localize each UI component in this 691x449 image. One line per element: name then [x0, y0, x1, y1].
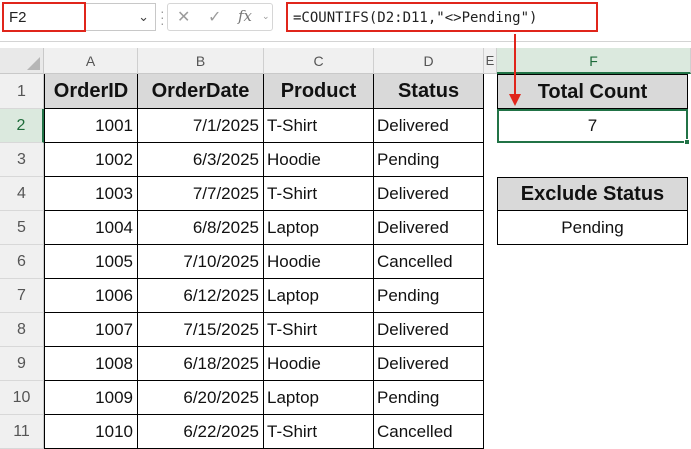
table-cell[interactable]: 6/20/2025	[138, 381, 264, 415]
table-cell[interactable]: Laptop	[264, 211, 374, 245]
fx-icon[interactable]: fx	[238, 7, 252, 25]
table-cell[interactable]: 6/18/2025	[138, 347, 264, 381]
table-cell[interactable]: Pending	[374, 279, 484, 313]
table-cell[interactable]: 1004	[44, 211, 138, 245]
table-cell[interactable]: T-Shirt	[264, 177, 374, 211]
row-header-11[interactable]: 11	[0, 415, 44, 449]
table-header-product[interactable]: Product	[264, 74, 374, 109]
row-header-8[interactable]: 8	[0, 313, 44, 347]
table-cell[interactable]: 1001	[44, 109, 138, 143]
table-cell[interactable]: 1006	[44, 279, 138, 313]
table-cell[interactable]: 6/3/2025	[138, 143, 264, 177]
column-header-d[interactable]: D	[374, 48, 484, 74]
table-header-orderdate[interactable]: OrderDate	[138, 74, 264, 109]
table-cell[interactable]: 1008	[44, 347, 138, 381]
column-header-e[interactable]: E	[484, 48, 497, 74]
table-cell[interactable]: Delivered	[374, 313, 484, 347]
checkmark-icon[interactable]: ✓	[208, 7, 221, 27]
row-header-10[interactable]: 10	[0, 381, 44, 415]
table-cell[interactable]: Delivered	[374, 177, 484, 211]
table-cell[interactable]: Hoodie	[264, 245, 374, 279]
row-header-5[interactable]: 5	[0, 211, 44, 245]
column-header-c[interactable]: C	[264, 48, 374, 74]
column-header-b[interactable]: B	[138, 48, 264, 74]
table-cell[interactable]: Laptop	[264, 279, 374, 313]
column-header-f[interactable]: F	[497, 48, 691, 74]
table-cell[interactable]: 6/8/2025	[138, 211, 264, 245]
column-header-a[interactable]: A	[44, 48, 138, 74]
name-box[interactable]: F2	[2, 2, 86, 32]
divider	[0, 41, 691, 42]
row-header-9[interactable]: 9	[0, 347, 44, 381]
table-cell[interactable]: Pending	[374, 381, 484, 415]
table-cell[interactable]: 6/12/2025	[138, 279, 264, 313]
table-cell[interactable]: 7/1/2025	[138, 109, 264, 143]
table-cell[interactable]: Delivered	[374, 347, 484, 381]
row-header-4[interactable]: 4	[0, 177, 44, 211]
chevron-down-icon[interactable]: ⌄	[138, 9, 149, 25]
table-header-status[interactable]: Status	[374, 74, 484, 109]
row-header-3[interactable]: 3	[0, 143, 44, 177]
formula-actions: ✕ ✓ fx ⌄	[167, 3, 273, 31]
table-cell[interactable]: T-Shirt	[264, 109, 374, 143]
row-header-1[interactable]: 1	[0, 74, 44, 109]
row-header-7[interactable]: 7	[0, 279, 44, 313]
formula-input[interactable]: =COUNTIFS(D2:D11,"<>Pending")	[286, 2, 598, 32]
table-cell[interactable]: Delivered	[374, 211, 484, 245]
fill-handle[interactable]	[684, 139, 690, 145]
select-all-corner[interactable]	[0, 48, 44, 74]
close-icon[interactable]: ✕	[177, 7, 190, 27]
table-cell[interactable]: Pending	[374, 143, 484, 177]
table-cell[interactable]: Delivered	[374, 109, 484, 143]
table-cell[interactable]: Laptop	[264, 381, 374, 415]
table-cell[interactable]: 1010	[44, 415, 138, 449]
select-all-icon	[27, 57, 40, 70]
total-count-header[interactable]: Total Count	[497, 74, 688, 109]
table-cell[interactable]: 6/22/2025	[138, 415, 264, 449]
table-cell[interactable]: 1003	[44, 177, 138, 211]
exclude-status-value[interactable]: Pending	[497, 211, 688, 245]
table-cell[interactable]: Cancelled	[374, 245, 484, 279]
table-cell[interactable]: 1007	[44, 313, 138, 347]
table-cell[interactable]: 7/15/2025	[138, 313, 264, 347]
table-cell[interactable]: T-Shirt	[264, 415, 374, 449]
chevron-down-icon[interactable]: ⌄	[262, 11, 270, 22]
table-cell[interactable]: 7/7/2025	[138, 177, 264, 211]
separator-handle[interactable]: · · ·	[160, 4, 165, 30]
name-box-dropdown[interactable]: ⌄	[86, 3, 156, 31]
table-cell[interactable]: 1002	[44, 143, 138, 177]
row-header-2[interactable]: 2	[0, 109, 44, 143]
table-cell[interactable]: 1005	[44, 245, 138, 279]
table-header-orderid[interactable]: OrderID	[44, 74, 138, 109]
formula-bar-area: F2 ⌄ · · · ✕ ✓ fx ⌄ =COUNTIFS(D2:D11,"<>Pe…	[0, 0, 691, 42]
table-cell[interactable]: T-Shirt	[264, 313, 374, 347]
table-cell[interactable]: Cancelled	[374, 415, 484, 449]
total-count-value[interactable]: 7	[497, 109, 688, 143]
exclude-status-header[interactable]: Exclude Status	[497, 177, 688, 211]
table-cell[interactable]: Hoodie	[264, 347, 374, 381]
table-cell[interactable]: 1009	[44, 381, 138, 415]
table-cell[interactable]: Hoodie	[264, 143, 374, 177]
row-header-6[interactable]: 6	[0, 245, 44, 279]
table-cell[interactable]: 7/10/2025	[138, 245, 264, 279]
